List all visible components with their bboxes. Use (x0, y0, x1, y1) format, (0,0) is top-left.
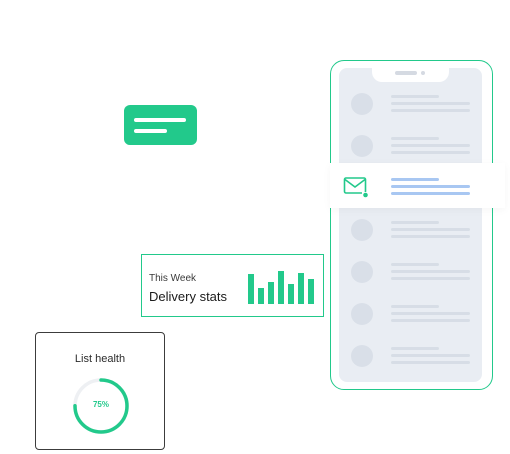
highlighted-line (391, 192, 470, 195)
stats-bar-chart (248, 268, 316, 304)
stats-bar (278, 271, 284, 304)
message-avatar (351, 303, 373, 325)
message-line (391, 228, 470, 231)
message-line (391, 354, 470, 357)
message-line (391, 319, 470, 322)
message-line (391, 361, 470, 364)
message-line (391, 235, 470, 238)
bubble-line (134, 118, 186, 122)
stats-title: Delivery stats (149, 289, 228, 304)
message-line (391, 137, 439, 140)
message-avatar (351, 219, 373, 241)
health-title: List health (74, 353, 126, 365)
message-line (391, 263, 439, 266)
highlighted-message-row (330, 163, 505, 208)
list-health-card: List health 75% (35, 332, 165, 450)
chat-bubble-icon (124, 105, 197, 145)
bubble-line (134, 129, 167, 133)
mail-icon (343, 177, 368, 198)
message-line (391, 277, 470, 280)
message-line (391, 312, 470, 315)
stats-bar (248, 274, 254, 304)
stats-bar (308, 279, 314, 304)
stats-week-label: This Week (149, 273, 197, 284)
message-line (391, 95, 439, 98)
message-line (391, 221, 439, 224)
message-line (391, 305, 439, 308)
message-avatar (351, 135, 373, 157)
highlighted-line (391, 185, 470, 188)
message-line (391, 102, 470, 105)
message-line (391, 270, 470, 273)
message-line (391, 144, 470, 147)
message-avatar (351, 345, 373, 367)
highlighted-line (391, 178, 439, 181)
stats-bar (298, 273, 304, 304)
stats-bar (268, 282, 274, 304)
message-line (391, 347, 439, 350)
health-percent: 75% (92, 400, 109, 409)
delivery-stats-card: This Week Delivery stats (141, 254, 324, 317)
message-line (391, 109, 470, 112)
phone-speaker (395, 71, 417, 75)
stats-bar (288, 284, 294, 304)
message-avatar (351, 93, 373, 115)
phone-camera (421, 71, 425, 75)
message-avatar (351, 261, 373, 283)
message-line (391, 151, 470, 154)
stats-bar (258, 288, 264, 304)
